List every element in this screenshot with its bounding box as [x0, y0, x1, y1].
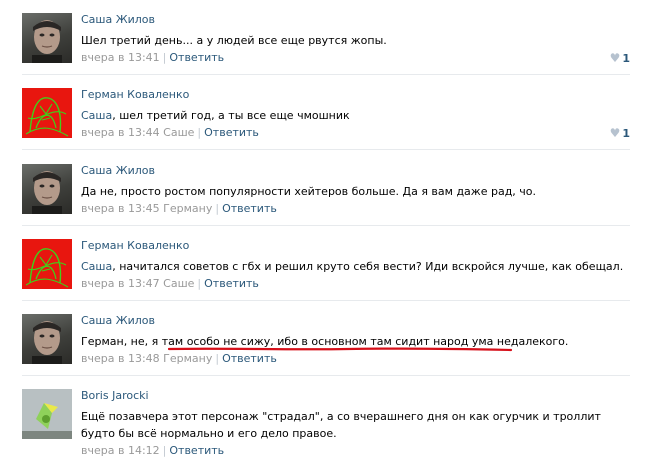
toy-figure-avatar-icon	[22, 389, 72, 439]
like-button[interactable]: ♥ 1	[610, 51, 630, 65]
comment-addressee[interactable]: Герману	[163, 352, 212, 365]
avatar[interactable]	[22, 164, 72, 214]
comment-author[interactable]: Саша Жилов	[81, 164, 155, 177]
avatar[interactable]	[22, 88, 72, 138]
separator: |	[197, 277, 202, 290]
mention-link[interactable]: Саша	[81, 260, 112, 273]
man-photo-avatar-icon	[32, 171, 62, 214]
separator: |	[215, 352, 220, 365]
reply-link[interactable]: Ответить	[169, 444, 224, 457]
comment-addressee[interactable]: Саше	[163, 277, 194, 290]
comment-time[interactable]: вчера в 13:48	[81, 352, 160, 365]
comment-time[interactable]: вчера в 13:44	[81, 126, 160, 139]
comment-time[interactable]: вчера в 13:45	[81, 202, 160, 215]
separator: |	[162, 51, 167, 64]
comment-body: , шел третий год, а ты все еще чмошник	[112, 109, 350, 122]
comment-item: Саша Жилов Шел третий день... а у людей …	[0, 0, 652, 75]
comment-body: Ещё позавчера этот персонаж "страдал", а…	[81, 410, 601, 440]
comment-meta: вчера в 14:12 | Ответить	[81, 444, 224, 457]
comment-addressee[interactable]: Герману	[163, 202, 212, 215]
comment-item: Boris Jarocki Ещё позавчера этот персона…	[0, 376, 652, 462]
comment-body: Да не, просто ростом популярности хейтер…	[81, 185, 537, 198]
comment-time[interactable]: вчера в 14:12	[81, 444, 160, 457]
man-photo-avatar-icon	[32, 20, 62, 63]
avatar[interactable]	[22, 389, 72, 439]
comment-text: Шел третий день... а у людей все еще рву…	[81, 32, 387, 49]
comment-text: Ещё позавчера этот персонаж "страдал", а…	[81, 408, 601, 442]
comment-item: Герман Коваленко Саша, начитался советов…	[0, 226, 652, 301]
comment-time[interactable]: вчера в 13:47	[81, 277, 160, 290]
comment-body: , начитался советов с гбх и решил круто …	[112, 260, 624, 273]
divider	[22, 149, 630, 150]
reply-link[interactable]: Ответить	[204, 126, 259, 139]
comment-text: Да не, просто ростом популярности хейтер…	[81, 183, 536, 200]
comment-author[interactable]: Герман Коваленко	[81, 88, 189, 101]
comments-list: Саша Жилов Шел третий день... а у людей …	[0, 0, 652, 462]
avatar[interactable]	[22, 314, 72, 364]
separator: |	[162, 444, 167, 457]
comment-author[interactable]: Герман Коваленко	[81, 239, 189, 252]
comment-body: Шел третий день... а у людей все еще рву…	[81, 34, 387, 47]
red-underline-annotation	[168, 347, 512, 352]
comment-text: Саша, начитался советов с гбх и решил кр…	[81, 258, 623, 275]
reply-link[interactable]: Ответить	[169, 51, 224, 64]
comment-meta: вчера в 13:45 Герману | Ответить	[81, 202, 277, 215]
comment-item: Герман Коваленко Саша, шел третий год, а…	[0, 75, 652, 150]
reply-link[interactable]: Ответить	[222, 352, 277, 365]
reply-link[interactable]: Ответить	[222, 202, 277, 215]
comment-time[interactable]: вчера в 13:41	[81, 51, 160, 64]
like-count: 1	[622, 127, 630, 140]
avatar[interactable]	[22, 239, 72, 289]
comment-author[interactable]: Boris Jarocki	[81, 389, 149, 402]
heart-icon: ♥	[609, 51, 621, 65]
red-scribble-avatar-icon	[25, 248, 69, 288]
comment-text: Саша, шел третий год, а ты все еще чмошн…	[81, 107, 350, 124]
comment-author[interactable]: Саша Жилов	[81, 13, 155, 26]
comment-item: Саша Жилов Герман, не, я там особо не си…	[0, 301, 652, 376]
like-button[interactable]: ♥ 1	[610, 126, 630, 140]
mention-link[interactable]: Саша	[81, 109, 112, 122]
comment-author[interactable]: Саша Жилов	[81, 314, 155, 327]
reply-link[interactable]: Ответить	[204, 277, 259, 290]
separator: |	[215, 202, 220, 215]
heart-icon: ♥	[609, 126, 621, 140]
like-count: 1	[622, 52, 630, 65]
comment-meta: вчера в 13:47 Саше | Ответить	[81, 277, 259, 290]
separator: |	[197, 126, 202, 139]
comment-meta: вчера в 13:48 Герману | Ответить	[81, 352, 277, 365]
avatar[interactable]	[22, 13, 72, 63]
red-scribble-avatar-icon	[25, 97, 69, 137]
comment-meta: вчера в 13:41 | Ответить	[81, 51, 224, 64]
comment-item: Саша Жилов Да не, просто ростом популярн…	[0, 151, 652, 226]
man-photo-avatar-icon	[32, 321, 62, 364]
comment-addressee[interactable]: Саше	[163, 126, 194, 139]
comment-meta: вчера в 13:44 Саше | Ответить	[81, 126, 259, 139]
